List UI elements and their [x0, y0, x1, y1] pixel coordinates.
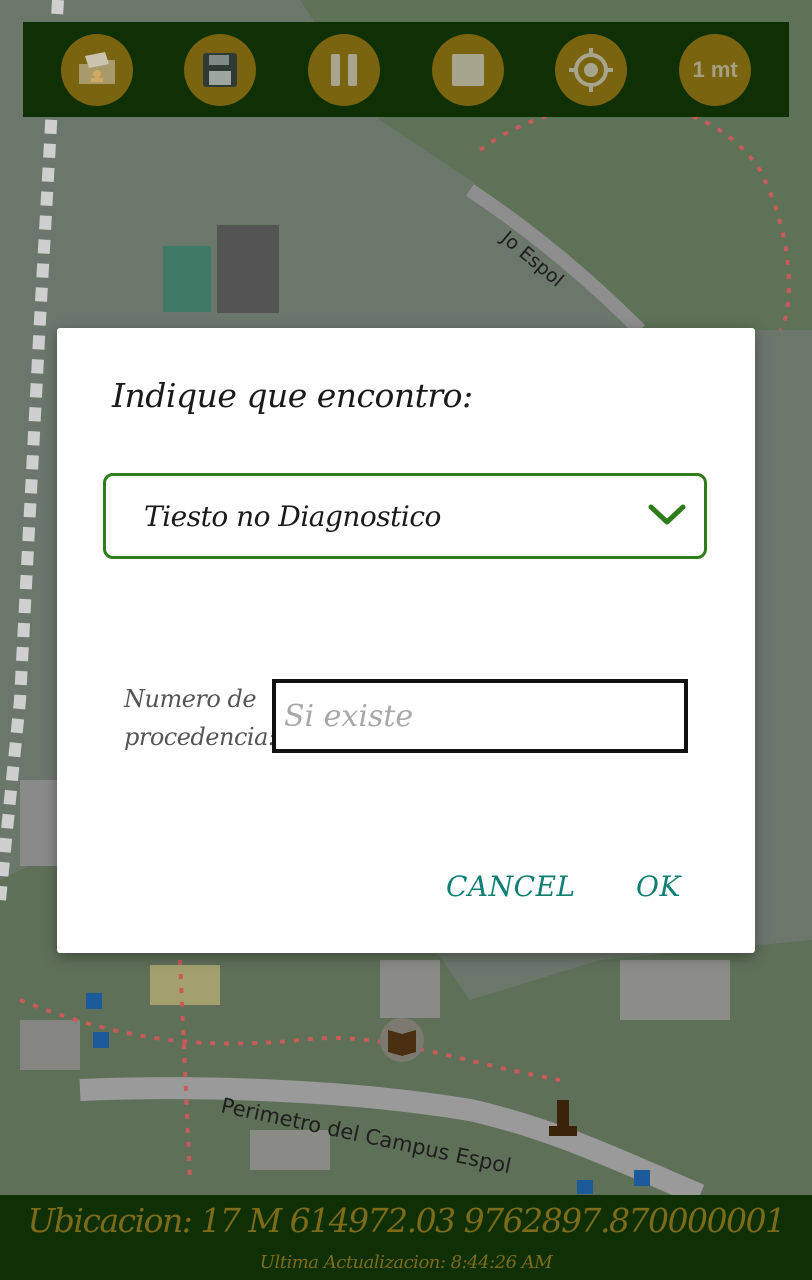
- procedencia-input[interactable]: [272, 679, 688, 753]
- location-readout: Ubicacion: 17 M 614972.03 9762897.870000…: [27, 1201, 786, 1240]
- find-dialog: Indique que encontro: Tiesto no Diagnost…: [57, 328, 755, 953]
- chevron-down-icon: [648, 504, 686, 525]
- cancel-button[interactable]: CANCEL: [446, 870, 576, 903]
- status-bar: Ubicacion: 17 M 614972.03 9762897.870000…: [0, 1195, 812, 1280]
- find-type-dropdown[interactable]: Tiesto no Diagnostico: [103, 473, 707, 559]
- ok-button[interactable]: OK: [636, 870, 681, 903]
- procedencia-label: Numero de procedencia:: [124, 685, 276, 751]
- dropdown-selected-value: Tiesto no Diagnostico: [144, 499, 441, 533]
- last-update-readout: Ultima Actualizacion: 8:44:26 AM: [259, 1252, 553, 1273]
- dialog-title: Indique que encontro:: [112, 376, 473, 415]
